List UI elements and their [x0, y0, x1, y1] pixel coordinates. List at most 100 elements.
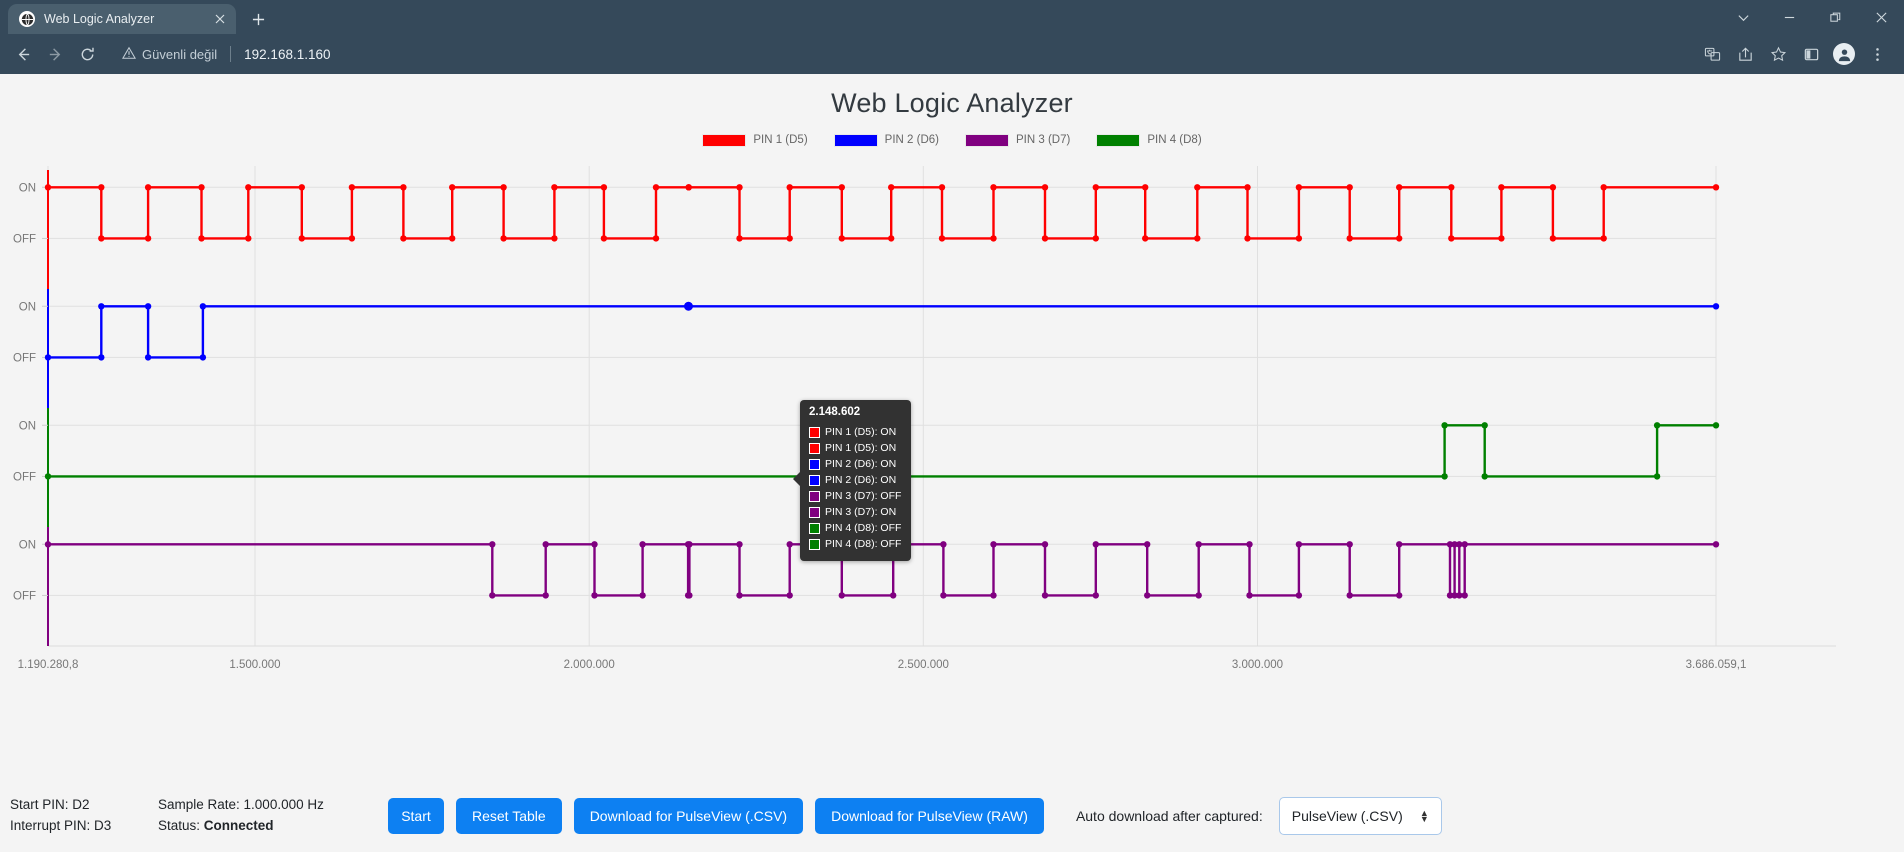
data-point[interactable] — [1246, 592, 1253, 599]
legend-item[interactable]: PIN 2 (D6) — [833, 133, 939, 147]
data-point[interactable] — [685, 184, 692, 191]
data-point[interactable] — [1396, 592, 1403, 599]
data-point[interactable] — [652, 235, 660, 242]
auto-download-select[interactable]: PulseView (.CSV) ▲ ▼ — [1278, 797, 1442, 835]
data-point[interactable] — [652, 184, 660, 191]
data-point[interactable] — [736, 541, 743, 548]
close-icon[interactable] — [211, 11, 228, 28]
data-point[interactable] — [1498, 235, 1505, 242]
waveform-line[interactable] — [48, 186, 1716, 240]
data-point[interactable] — [1712, 303, 1720, 310]
data-point[interactable] — [1194, 235, 1201, 242]
data-point[interactable] — [245, 235, 252, 242]
data-point[interactable] — [888, 184, 895, 191]
data-point[interactable] — [600, 235, 608, 242]
data-point[interactable] — [1092, 184, 1100, 191]
forward-arrow-icon[interactable] — [40, 39, 70, 69]
data-point[interactable] — [1246, 541, 1253, 548]
data-point[interactable] — [98, 184, 105, 191]
data-point[interactable] — [144, 235, 152, 242]
data-point[interactable] — [591, 541, 598, 548]
data-point[interactable] — [838, 235, 845, 242]
data-point[interactable] — [44, 184, 52, 191]
data-point[interactable] — [1295, 235, 1303, 242]
data-point[interactable] — [990, 235, 997, 242]
data-point[interactable] — [838, 592, 845, 599]
data-point[interactable] — [1244, 184, 1251, 191]
data-point[interactable] — [890, 592, 897, 599]
share-icon[interactable] — [1730, 39, 1760, 69]
data-point[interactable] — [199, 354, 207, 361]
data-point[interactable] — [1712, 422, 1720, 429]
data-point[interactable] — [591, 592, 598, 599]
data-point[interactable] — [786, 235, 793, 242]
data-point[interactable] — [1346, 184, 1353, 191]
data-point[interactable] — [1041, 235, 1049, 242]
data-point[interactable] — [686, 541, 693, 548]
data-point[interactable] — [990, 184, 997, 191]
data-point[interactable] — [1346, 592, 1353, 599]
profile-avatar-icon[interactable] — [1829, 39, 1859, 69]
data-point[interactable] — [838, 184, 845, 191]
data-point[interactable] — [600, 184, 608, 191]
side-panel-icon[interactable] — [1796, 39, 1826, 69]
translate-icon[interactable] — [1697, 39, 1727, 69]
data-point[interactable] — [1144, 592, 1151, 599]
waveform-line[interactable] — [48, 305, 1716, 359]
data-point[interactable] — [1396, 184, 1403, 191]
data-point[interactable] — [551, 184, 558, 191]
download-raw-button[interactable]: Download for PulseView (RAW) — [815, 798, 1044, 834]
legend-item[interactable]: PIN 4 (D8) — [1096, 133, 1202, 147]
data-point[interactable] — [1092, 235, 1100, 242]
data-point[interactable] — [298, 184, 305, 191]
data-point[interactable] — [938, 235, 946, 242]
data-point[interactable] — [1142, 184, 1149, 191]
reset-table-button[interactable]: Reset Table — [456, 798, 562, 834]
data-point[interactable] — [198, 235, 205, 242]
data-point[interactable] — [1092, 592, 1100, 599]
data-point[interactable] — [1600, 235, 1607, 242]
restore-icon[interactable] — [1812, 0, 1858, 34]
back-arrow-icon[interactable] — [8, 39, 38, 69]
data-point[interactable] — [1346, 235, 1353, 242]
close-icon[interactable] — [1858, 0, 1904, 34]
data-point[interactable] — [400, 184, 407, 191]
data-point[interactable] — [1295, 184, 1303, 191]
data-point[interactable] — [1653, 422, 1661, 429]
data-point[interactable] — [44, 541, 52, 548]
data-point[interactable] — [44, 473, 52, 480]
data-point[interactable] — [542, 541, 549, 548]
data-point[interactable] — [1295, 541, 1303, 548]
data-point[interactable] — [542, 592, 549, 599]
legend-item[interactable]: PIN 1 (D5) — [702, 133, 808, 147]
data-point[interactable] — [1195, 592, 1202, 599]
data-point[interactable] — [1144, 541, 1151, 548]
data-point[interactable] — [449, 184, 456, 191]
data-point[interactable] — [1549, 235, 1557, 242]
data-point[interactable] — [1441, 473, 1448, 480]
data-point[interactable] — [1549, 184, 1557, 191]
data-point[interactable] — [144, 303, 152, 310]
data-point[interactable] — [1041, 184, 1049, 191]
data-point[interactable] — [489, 592, 496, 599]
data-point[interactable] — [500, 235, 507, 242]
data-point[interactable] — [1712, 541, 1720, 548]
legend-item[interactable]: PIN 3 (D7) — [965, 133, 1070, 147]
data-point[interactable] — [449, 235, 456, 242]
data-point[interactable] — [1498, 184, 1505, 191]
address-bar[interactable]: Güvenli değil 192.168.1.160 — [112, 40, 1687, 68]
data-point[interactable] — [1195, 541, 1202, 548]
data-point[interactable] — [1092, 541, 1100, 548]
data-point[interactable] — [1653, 473, 1661, 480]
data-point[interactable] — [1481, 422, 1488, 429]
browser-tab[interactable]: Web Logic Analyzer — [8, 4, 236, 34]
data-point[interactable] — [990, 541, 997, 548]
data-point[interactable] — [44, 354, 52, 361]
data-point[interactable] — [786, 541, 793, 548]
data-point[interactable] — [489, 541, 496, 548]
data-point[interactable] — [245, 184, 252, 191]
data-point[interactable] — [1481, 473, 1488, 480]
data-point[interactable] — [551, 235, 558, 242]
data-point[interactable] — [98, 235, 105, 242]
data-point[interactable] — [639, 541, 646, 548]
